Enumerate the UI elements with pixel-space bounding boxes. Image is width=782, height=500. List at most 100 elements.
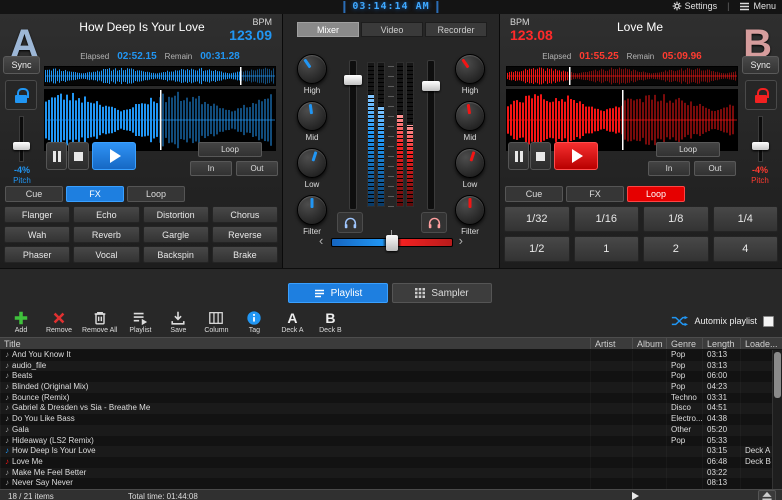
column-button[interactable]: Column [199,309,233,334]
deck-a-loop-in-button[interactable]: In [190,161,232,176]
deck-b-overview-waveform[interactable] [506,66,738,86]
playlist-row[interactable]: ♪Make Me Feel Better03:22 [0,468,782,479]
save-button[interactable]: Save [161,309,195,334]
playlist-row[interactable]: ♪Do You Like BassElectro...04:38 [0,414,782,425]
playlist-button[interactable]: Playlist [123,309,157,334]
playlist-row[interactable]: ♪Bounce (Remix)Techno03:31 [0,393,782,404]
fader-handle[interactable] [422,81,440,91]
deck-b-loop-out-button[interactable]: Out [694,161,736,176]
playlist-row[interactable]: ♪How Deep Is Your Love03:15Deck A [0,446,782,457]
filter-knob-b[interactable] [455,195,485,225]
deck-a-overview-waveform[interactable] [44,66,276,86]
column-header-album[interactable]: Album [632,338,666,349]
high-knob-a[interactable] [297,54,327,84]
pad-gargle[interactable]: Gargle [143,226,209,243]
deck-a-sync-button[interactable]: Sync [3,56,40,74]
mid-knob-b[interactable] [455,101,485,131]
playlist-row[interactable]: ♪Hideaway (LS2 Remix)Pop05:33 [0,436,782,447]
mixer-tab-mixer[interactable]: Mixer [297,22,359,37]
column-header-title[interactable]: Title [0,338,590,349]
pad-1-4[interactable]: 1/4 [713,206,779,232]
deck-b-sync-button[interactable]: Sync [742,56,779,74]
tab-sampler[interactable]: Sampler [392,283,492,303]
playlist-row[interactable]: ♪BeatsPop06:00 [0,371,782,382]
pad-flanger[interactable]: Flanger [4,206,70,223]
deck-b-keylock-button[interactable] [745,80,777,110]
tab-playlist[interactable]: Playlist [288,283,388,303]
add-button[interactable]: Add [4,309,38,334]
pad-1-16[interactable]: 1/16 [574,206,640,232]
column-header-length[interactable]: Length [702,338,740,349]
playlist-row[interactable]: ♪audio_filePop03:13 [0,361,782,372]
menu-button[interactable]: Menu [739,1,776,11]
deck-a-loop-button[interactable]: Loop [198,142,262,157]
playlist-row[interactable]: ♪GalaOther05:20 [0,425,782,436]
deck-b-tab-cue[interactable]: Cue [505,186,563,202]
column-header-artist[interactable]: Artist [590,338,632,349]
tag-button[interactable]: Tag [237,309,271,334]
low-knob-b[interactable] [455,148,485,178]
playlist-row[interactable]: ♪Never Say Never08:13 [0,478,782,489]
eject-button[interactable] [758,490,776,500]
high-knob-b[interactable] [455,54,485,84]
deck-b-headphone-button[interactable] [421,212,447,233]
remove-button[interactable]: Remove [42,309,76,334]
column-header-genre[interactable]: Genre [666,338,702,349]
deck-b-pitch-slider[interactable] [758,116,763,162]
channel-a-fader[interactable] [349,60,357,210]
deck-a-tab-cue[interactable]: Cue [5,186,63,202]
deck-b-tab-fx[interactable]: FX [566,186,624,202]
pitch-slider-handle[interactable] [13,142,30,150]
deck-b-loop-button[interactable]: Loop [656,142,720,157]
deck-a-headphone-button[interactable] [337,212,363,233]
crossfader-right-arrow[interactable]: › [459,234,463,248]
pad-reverse[interactable]: Reverse [212,226,278,243]
pad-wah[interactable]: Wah [4,226,70,243]
mixer-tab-video[interactable]: Video [361,22,423,37]
deck-b-play-button[interactable] [554,142,598,170]
pad-1-2[interactable]: 1/2 [504,236,570,262]
deck-a-keylock-button[interactable] [5,80,37,110]
pad-brake[interactable]: Brake [212,246,278,263]
mid-knob-a[interactable] [297,101,327,131]
pitch-slider-handle[interactable] [752,142,769,150]
pad-1[interactable]: 1 [574,236,640,262]
pad-backspin[interactable]: Backspin [143,246,209,263]
playlist-row[interactable]: ♪Love Me06:48Deck B [0,457,782,468]
pad-4[interactable]: 4 [713,236,779,262]
pad-vocal[interactable]: Vocal [73,246,139,263]
pad-echo[interactable]: Echo [73,206,139,223]
crossfader[interactable] [331,238,453,247]
column-header-loaded[interactable]: Loade... [740,338,782,349]
low-knob-a[interactable] [297,148,327,178]
pad-chorus[interactable]: Chorus [212,206,278,223]
deck-b-loop-in-button[interactable]: In [648,161,690,176]
pad-2[interactable]: 2 [643,236,709,262]
pad-phaser[interactable]: Phaser [4,246,70,263]
pad-1-32[interactable]: 1/32 [504,206,570,232]
deck-a-stop-button[interactable] [68,142,89,170]
status-play-icon[interactable] [632,492,639,500]
deck-a-pause-button[interactable] [46,142,67,170]
deck-a-tab-loop[interactable]: Loop [127,186,185,202]
playlist-row[interactable]: ♪Gabriel & Dresden vs Sia - Breathe MeDi… [0,403,782,414]
settings-button[interactable]: Settings [672,1,718,11]
channel-b-fader[interactable] [427,60,435,210]
scrollbar-thumb[interactable] [774,352,781,398]
deck-a-tab-fx[interactable]: FX [66,186,124,202]
crossfader-handle[interactable] [386,235,398,251]
deck-a-loop-out-button[interactable]: Out [236,161,278,176]
fader-handle[interactable] [344,75,362,85]
deck-b-tab-loop[interactable]: Loop [627,186,685,202]
pad-1-8[interactable]: 1/8 [643,206,709,232]
pad-distortion[interactable]: Distortion [143,206,209,223]
remove-all-button[interactable]: Remove All [80,309,119,334]
playlist-scrollbar[interactable] [772,350,782,489]
mixer-tab-recorder[interactable]: Recorder [425,22,487,37]
playlist-row[interactable]: ♪Blinded (Original Mix)Pop04:23 [0,382,782,393]
pad-reverb[interactable]: Reverb [73,226,139,243]
deck-b-button[interactable]: BDeck B [313,309,347,334]
deck-b-stop-button[interactable] [530,142,551,170]
automix-checkbox[interactable] [763,316,774,327]
deck-a-play-button[interactable] [92,142,136,170]
